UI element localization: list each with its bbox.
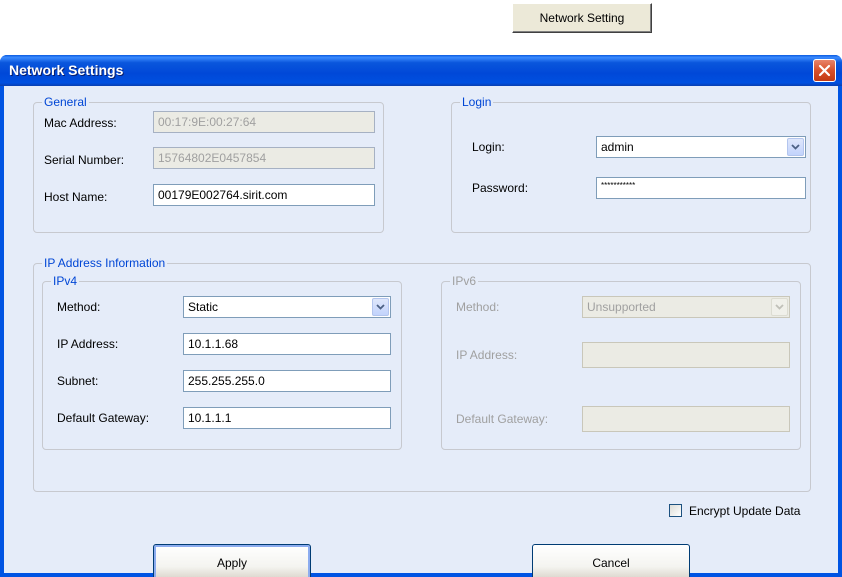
ipv6-method-select[interactable]: Unsupported — [582, 296, 790, 318]
ip-address-info-title: IP Address Information — [42, 256, 168, 270]
ipv4-subnet-field[interactable]: 255.255.255.0 — [183, 370, 391, 392]
encrypt-update-data-label[interactable]: Encrypt Update Data — [689, 504, 800, 518]
password-field[interactable]: *********** — [596, 177, 806, 199]
ipv6-ip-address-field[interactable] — [582, 342, 790, 368]
login-group-title: Login — [460, 95, 494, 109]
ipv4-gateway-label: Default Gateway: — [57, 411, 150, 425]
ipv6-gateway-label: Default Gateway: — [456, 412, 549, 426]
ipv4-group: IPv4 Method: Static IP Address: 10.1.1.6… — [42, 274, 402, 450]
ipv6-method-dropdown-button[interactable] — [771, 298, 788, 316]
ip-address-info-group: IP Address Information IPv4 Method: Stat… — [33, 256, 811, 492]
ipv4-method-value: Static — [188, 300, 219, 314]
ipv6-method-label: Method: — [456, 300, 500, 314]
close-icon — [818, 64, 831, 77]
login-group: Login Login: admin Password: *********** — [451, 95, 811, 233]
ipv6-group-title: IPv6 — [450, 274, 479, 288]
chevron-down-icon — [791, 144, 800, 150]
apply-button[interactable]: Apply — [153, 544, 311, 577]
cancel-button-label: Cancel — [592, 556, 630, 570]
mac-address-label: Mac Address: — [44, 116, 117, 130]
serial-number-label: Serial Number: — [44, 153, 125, 167]
title-bar[interactable]: Network Settings — [0, 55, 842, 86]
ipv4-subnet-label: Subnet: — [57, 374, 99, 388]
network-settings-window: Network Settings General Mac Address: 00… — [0, 55, 842, 577]
dialog-client-area: General Mac Address: 00:17:9E:00:27:64 S… — [4, 86, 838, 577]
apply-button-label: Apply — [216, 556, 248, 570]
close-button[interactable] — [813, 59, 836, 82]
login-dropdown-button[interactable] — [787, 138, 804, 156]
ipv6-gateway-field[interactable] — [582, 406, 790, 432]
chevron-down-icon — [775, 304, 784, 310]
ipv4-method-dropdown-button[interactable] — [372, 298, 389, 316]
login-select[interactable]: admin — [596, 136, 806, 158]
ipv6-group: IPv6 Method: Unsupported IP Address: Def… — [441, 274, 801, 450]
login-select-value: admin — [601, 140, 634, 154]
password-label: Password: — [472, 181, 529, 195]
network-setting-button[interactable]: Network Setting — [512, 3, 652, 33]
network-setting-label: Network Setting — [539, 11, 625, 25]
ipv6-method-value: Unsupported — [587, 300, 656, 314]
host-name-label: Host Name: — [44, 190, 108, 204]
ipv4-method-select[interactable]: Static — [183, 296, 391, 318]
ipv4-method-label: Method: — [57, 300, 101, 314]
ipv4-ip-address-field[interactable]: 10.1.1.68 — [183, 333, 391, 355]
chevron-down-icon — [376, 304, 385, 310]
ipv4-group-title: IPv4 — [51, 274, 80, 288]
ipv4-ip-address-label: IP Address: — [57, 337, 119, 351]
serial-number-field: 15764802E0457854 — [153, 147, 375, 169]
window-title: Network Settings — [9, 62, 124, 78]
ipv6-ip-address-label: IP Address: — [456, 348, 518, 362]
general-group-title: General — [42, 95, 89, 109]
general-group: General Mac Address: 00:17:9E:00:27:64 S… — [33, 95, 384, 233]
cancel-button[interactable]: Cancel — [532, 544, 690, 577]
mac-address-field: 00:17:9E:00:27:64 — [153, 111, 375, 133]
host-name-field[interactable]: 00179E002764.sirit.com — [153, 184, 375, 206]
login-label: Login: — [472, 140, 505, 154]
ipv4-gateway-field[interactable]: 10.1.1.1 — [183, 407, 391, 429]
encrypt-update-data-checkbox[interactable] — [669, 504, 682, 517]
